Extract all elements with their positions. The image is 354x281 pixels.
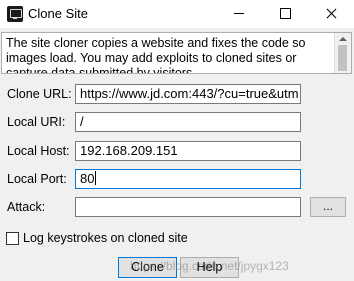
maximize-button[interactable] <box>262 0 308 28</box>
scrollbar-thumb[interactable] <box>338 45 347 71</box>
local-port-value: 80 <box>80 171 95 186</box>
local-host-input[interactable]: 192.168.209.151 <box>75 141 301 161</box>
description-box[interactable]: The site cloner copies a website and fix… <box>1 32 352 74</box>
local-host-value: 192.168.209.151 <box>80 143 178 158</box>
local-uri-label: Local URI: <box>7 115 66 129</box>
log-keystrokes-label[interactable]: Log keystrokes on cloned site <box>23 231 188 245</box>
log-keystrokes-checkbox[interactable] <box>6 232 19 245</box>
scroll-up-arrow-icon[interactable] <box>339 37 347 41</box>
attack-browse-button[interactable]: ... <box>310 197 346 217</box>
local-host-label: Local Host: <box>7 144 70 158</box>
local-port-label: Local Port: <box>7 172 67 186</box>
clone-url-value: https://www.jd.com:443/?cu=true&utm <box>80 86 299 101</box>
app-icon <box>7 6 23 22</box>
window-title: Clone Site <box>28 6 88 21</box>
local-port-input[interactable]: 80 <box>75 169 301 189</box>
clone-url-input[interactable]: https://www.jd.com:443/?cu=true&utm <box>75 84 301 104</box>
close-button[interactable] <box>308 0 354 28</box>
local-uri-value: / <box>80 114 84 129</box>
description-text: The site cloner copies a website and fix… <box>6 36 306 74</box>
clone-url-label: Clone URL: <box>7 87 72 101</box>
attack-label: Attack: <box>7 200 46 214</box>
minimize-button[interactable] <box>216 0 262 28</box>
watermark-text: https://blog.csdn.net/jpygx123 <box>130 259 289 273</box>
text-caret <box>95 171 97 185</box>
title-bar: Clone Site <box>0 0 354 28</box>
description-scrollbar[interactable] <box>334 33 351 73</box>
attack-input[interactable] <box>75 197 301 217</box>
local-uri-input[interactable]: / <box>75 112 301 132</box>
